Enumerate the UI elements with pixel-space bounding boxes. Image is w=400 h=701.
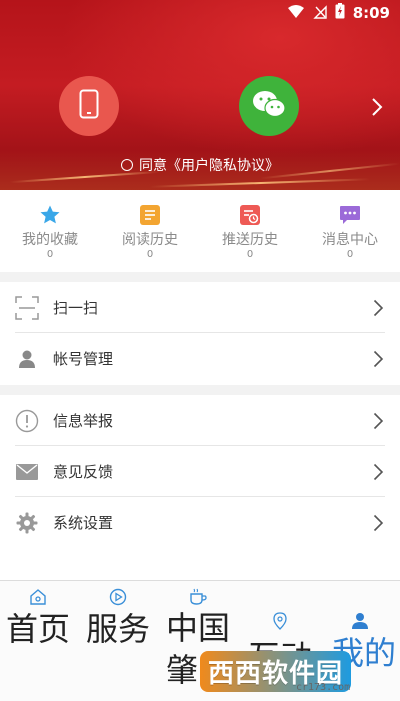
chevron-right-icon <box>373 299 384 321</box>
mail-icon <box>15 460 39 484</box>
quick-item-favorites[interactable]: 我的收藏 0 <box>0 190 100 272</box>
quick-item-reading-history[interactable]: 阅读历史 0 <box>100 190 200 272</box>
quick-item-count: 0 <box>146 249 154 260</box>
status-time: 8:09 <box>352 4 390 22</box>
menu-item-settings[interactable]: 系统设置 <box>0 497 400 548</box>
wechat-login-button[interactable] <box>239 76 299 136</box>
quick-item-message-center[interactable]: 消息中心 0 <box>300 190 400 272</box>
menu-item-label: 系统设置 <box>53 514 114 532</box>
menu-item-label: 帐号管理 <box>53 350 114 368</box>
status-bar: 8:09 <box>287 3 390 23</box>
privacy-agreement[interactable]: 同意《用户隐私协议》 <box>0 155 400 175</box>
menu-item-report[interactable]: 信息举报 <box>0 395 400 446</box>
star-icon <box>39 204 61 226</box>
scan-icon <box>15 296 39 320</box>
document-icon <box>139 204 161 226</box>
interact-icon <box>270 611 290 631</box>
message-icon <box>339 204 361 226</box>
quick-item-label: 推送历史 <box>222 232 278 248</box>
menu-item-account-management[interactable]: 帐号管理 <box>0 333 400 384</box>
watermark-url: cr173.com <box>296 682 351 693</box>
site-watermark: 西西软件园 cr173.com <box>200 648 390 694</box>
play-icon <box>108 587 128 607</box>
smartphone-icon <box>79 89 99 123</box>
agreement-radio-icon[interactable] <box>121 159 133 171</box>
quick-stats-bar: 我的收藏 0 阅读历史 0 推送历史 0 消息中心 0 <box>0 190 400 272</box>
header-chevron-right-icon[interactable] <box>370 96 384 122</box>
no-signal-icon <box>312 4 327 23</box>
user-icon <box>15 347 39 371</box>
menu-item-label: 意见反馈 <box>53 463 114 481</box>
nav-services[interactable]: 服务 <box>80 581 160 701</box>
home-icon <box>28 587 48 607</box>
menu-item-label: 信息举报 <box>53 412 114 430</box>
wifi-icon <box>287 4 305 23</box>
profile-header: 8:09 同意《用户隐私协议》 <box>0 0 400 190</box>
menu-item-feedback[interactable]: 意见反馈 <box>0 446 400 497</box>
battery-charging-icon <box>335 3 345 23</box>
nav-label: 首页 <box>6 610 71 648</box>
menu-item-label: 扫一扫 <box>53 299 99 317</box>
chevron-right-icon <box>373 514 384 536</box>
report-icon <box>15 409 39 433</box>
quick-item-label: 我的收藏 <box>22 232 78 248</box>
cup-icon <box>188 587 208 607</box>
profile-icon <box>350 611 370 631</box>
quick-item-count: 0 <box>246 249 254 260</box>
quick-item-count: 0 <box>346 249 354 260</box>
agreement-text[interactable]: 同意《用户隐私协议》 <box>139 155 279 175</box>
quick-item-label: 消息中心 <box>322 232 378 248</box>
nav-label: 服务 <box>86 610 151 648</box>
quick-item-push-history[interactable]: 推送历史 0 <box>200 190 300 272</box>
menu-group-system: 信息举报 意见反馈 系统设置 <box>0 395 400 580</box>
wechat-icon <box>252 90 286 122</box>
chevron-right-icon <box>373 463 384 485</box>
push-history-icon <box>239 204 261 226</box>
menu-group-account: 扫一扫 帐号管理 <box>0 282 400 385</box>
menu-item-scan[interactable]: 扫一扫 <box>0 282 400 333</box>
gear-icon <box>15 511 39 535</box>
phone-login-button[interactable] <box>59 76 119 136</box>
nav-home[interactable]: 首页 <box>0 581 80 701</box>
chevron-right-icon <box>373 412 384 434</box>
chevron-right-icon <box>373 350 384 372</box>
quick-item-count: 0 <box>46 249 54 260</box>
quick-item-label: 阅读历史 <box>122 232 178 248</box>
